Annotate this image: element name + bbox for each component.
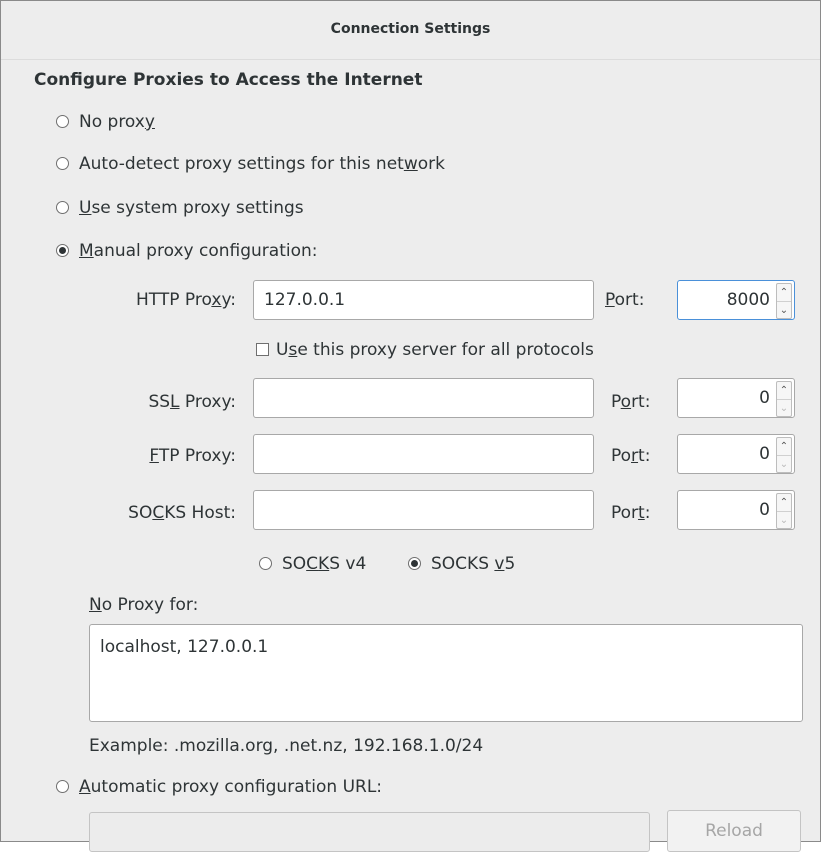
spinner-arrows[interactable]: ⌃ ⌄ bbox=[776, 493, 792, 529]
section-heading: Configure Proxies to Access the Internet bbox=[34, 70, 423, 90]
auto-detect-label: Auto-detect proxy settings for this netw… bbox=[79, 154, 445, 174]
chevron-up-icon[interactable]: ⌃ bbox=[777, 284, 791, 301]
ftp-proxy-input[interactable] bbox=[253, 434, 594, 474]
chevron-up-icon[interactable]: ⌃ bbox=[777, 494, 791, 511]
http-port-label: Port: bbox=[605, 290, 645, 310]
chevron-down-icon[interactable]: ⌄ bbox=[777, 301, 791, 318]
share-proxy-label: Use this proxy server for all protocols bbox=[276, 340, 594, 360]
ssl-port-value: 0 bbox=[759, 388, 770, 408]
socks-port-label: Port: bbox=[611, 503, 651, 523]
radio-indicator bbox=[56, 201, 69, 214]
no-proxy-for-textarea[interactable]: localhost, 127.0.0.1 bbox=[89, 624, 803, 722]
auto-config-url-radio[interactable]: Automatic proxy configuration URL: bbox=[56, 777, 382, 797]
radio-indicator bbox=[259, 557, 272, 570]
http-port-spinner[interactable]: 8000 ⌃ ⌄ bbox=[677, 280, 795, 320]
ftp-proxy-label: FTP Proxy: bbox=[149, 446, 236, 466]
socks-port-spinner[interactable]: 0 ⌃ ⌄ bbox=[677, 490, 795, 530]
chevron-down-icon[interactable]: ⌄ bbox=[777, 399, 791, 416]
socks-v4-radio[interactable]: SOCKS v4 bbox=[259, 554, 366, 574]
socks-v5-label: SOCKS v5 bbox=[431, 554, 516, 574]
socks-v4-label: SOCKS v4 bbox=[282, 554, 367, 574]
no-proxy-label: No proxy bbox=[79, 112, 155, 132]
system-proxy-label: Use system proxy settings bbox=[79, 198, 304, 218]
http-port-value: 8000 bbox=[726, 290, 770, 310]
ftp-port-spinner[interactable]: 0 ⌃ ⌄ bbox=[677, 434, 795, 474]
socks-port-value: 0 bbox=[759, 500, 770, 520]
share-proxy-checkbox[interactable]: Use this proxy server for all protocols bbox=[256, 340, 594, 360]
chevron-down-icon[interactable]: ⌄ bbox=[777, 455, 791, 472]
ssl-proxy-input[interactable] bbox=[253, 378, 594, 418]
connection-settings-dialog: Connection Settings Configure Proxies to… bbox=[0, 0, 821, 852]
auto-config-url-input[interactable] bbox=[89, 812, 650, 852]
spinner-arrows[interactable]: ⌃ ⌄ bbox=[776, 437, 792, 473]
ssl-port-label: Port: bbox=[611, 392, 651, 412]
ssl-port-spinner[interactable]: 0 ⌃ ⌄ bbox=[677, 378, 795, 418]
socks-host-input[interactable] bbox=[253, 490, 594, 530]
manual-proxy-label: Manual proxy configuration: bbox=[79, 241, 318, 261]
no-proxy-radio[interactable]: No proxy bbox=[56, 112, 155, 132]
radio-indicator bbox=[56, 244, 69, 257]
socks-host-label: SOCKS Host: bbox=[128, 503, 236, 523]
radio-indicator bbox=[56, 115, 69, 128]
system-proxy-radio[interactable]: Use system proxy settings bbox=[56, 198, 304, 218]
window-title: Connection Settings bbox=[330, 21, 491, 37]
title-bar[interactable]: Connection Settings bbox=[1, 1, 820, 60]
manual-proxy-radio[interactable]: Manual proxy configuration: bbox=[56, 241, 318, 261]
ftp-port-value: 0 bbox=[759, 444, 770, 464]
socks-v5-radio[interactable]: SOCKS v5 bbox=[408, 554, 515, 574]
radio-indicator bbox=[56, 780, 69, 793]
reload-button[interactable]: Reload bbox=[667, 810, 801, 852]
radio-indicator bbox=[408, 557, 421, 570]
no-proxy-for-label: No Proxy for: bbox=[89, 595, 199, 615]
chevron-up-icon[interactable]: ⌃ bbox=[777, 382, 791, 399]
spinner-arrows[interactable]: ⌃ ⌄ bbox=[776, 381, 792, 417]
http-proxy-input[interactable]: 127.0.0.1 bbox=[253, 280, 594, 320]
ftp-port-label: Port: bbox=[611, 446, 651, 466]
auto-config-url-label: Automatic proxy configuration URL: bbox=[79, 777, 383, 797]
chevron-up-icon[interactable]: ⌃ bbox=[777, 438, 791, 455]
spinner-arrows[interactable]: ⌃ ⌄ bbox=[776, 283, 792, 319]
chevron-down-icon[interactable]: ⌄ bbox=[777, 511, 791, 528]
example-hint: Example: .mozilla.org, .net.nz, 192.168.… bbox=[89, 736, 484, 756]
http-proxy-label: HTTP Proxy: bbox=[136, 290, 236, 310]
ssl-proxy-label: SSL Proxy: bbox=[148, 392, 236, 412]
checkbox-indicator bbox=[256, 343, 269, 356]
auto-detect-radio[interactable]: Auto-detect proxy settings for this netw… bbox=[56, 154, 445, 174]
radio-indicator bbox=[56, 157, 69, 170]
